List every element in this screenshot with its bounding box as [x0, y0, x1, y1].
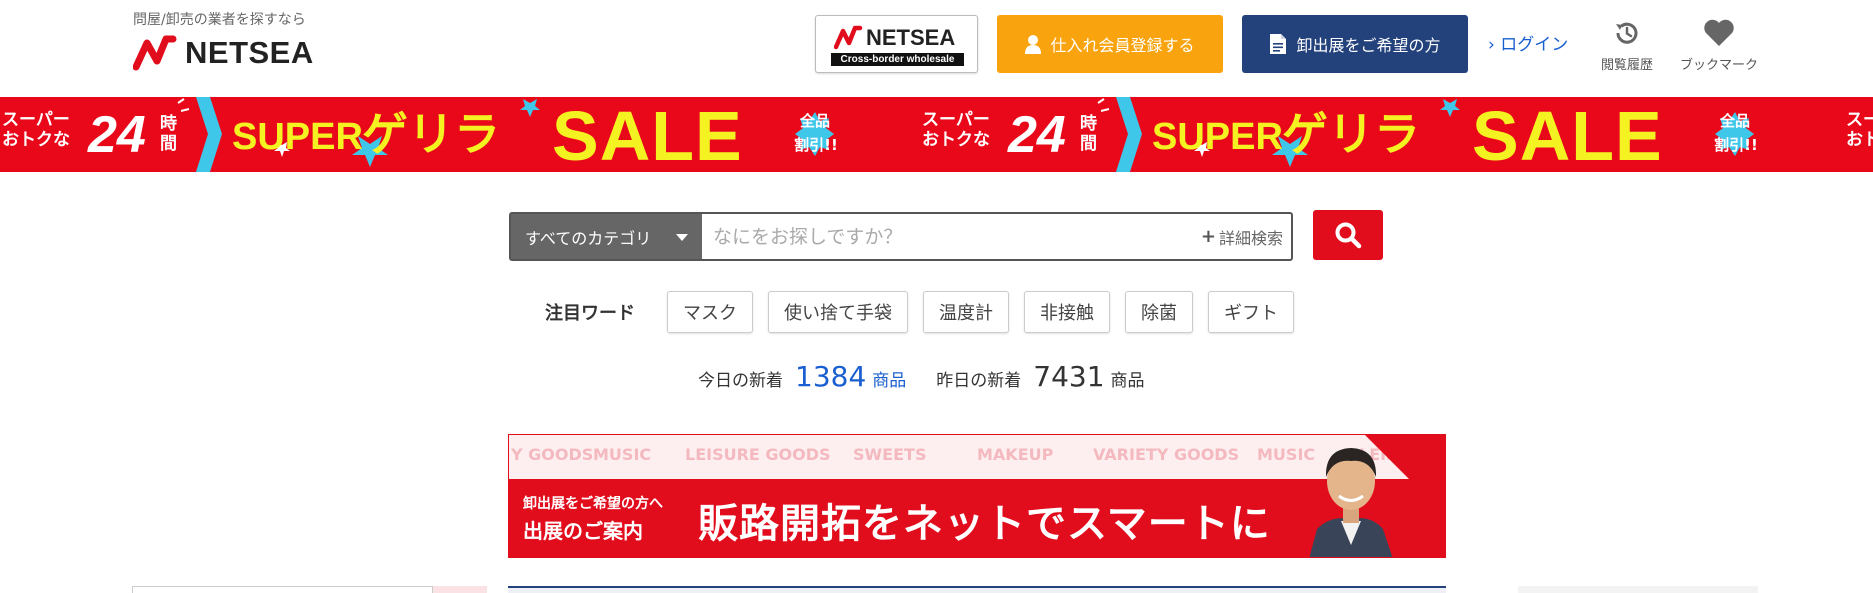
- bookmark-link[interactable]: ブックマーク: [1680, 16, 1758, 73]
- keyword-button[interactable]: 非接触: [1024, 291, 1110, 333]
- sale-lead-line1-partial: スーパー: [1846, 110, 1873, 130]
- keyword-button[interactable]: 温度計: [923, 291, 1009, 333]
- sale-super-repeat: SUPER: [1152, 116, 1283, 158]
- yesterday-new-count: 7431: [1033, 360, 1105, 393]
- exhibit-banner-line1: 卸出展をご希望の方へ: [523, 496, 663, 512]
- sale-hours-unit-repeat: 時間: [1080, 114, 1097, 154]
- exhibit-button[interactable]: 卸出展をご希望の方: [1242, 15, 1468, 73]
- sale-lead-line2-partial: おトクな: [1846, 130, 1873, 150]
- advanced-search-label: 詳細検索: [1218, 228, 1283, 248]
- today-new-count[interactable]: 1384: [795, 360, 866, 393]
- keyword-button[interactable]: ギフト: [1208, 291, 1294, 333]
- sale-super: SUPER: [232, 116, 363, 158]
- category-select-label: すべてのカテゴリ: [525, 228, 652, 248]
- exhibit-label: 卸出展をご希望の方: [1296, 36, 1441, 55]
- exhibit-banner-line2: 出展のご案内: [523, 519, 643, 543]
- sale-lead: スーパー おトクな: [2, 110, 70, 150]
- sale-badge-line1-repeat: 全品: [1720, 112, 1751, 130]
- crossborder-subtitle: Cross-border wholesale: [831, 53, 964, 66]
- sale-guerrilla-repeat: ゲリラ: [1282, 107, 1420, 161]
- sale-banner[interactable]: スーパー おトクな 24 時間 SUPER ゲリラ SALE 全品 割引!! ス…: [0, 97, 1873, 172]
- yesterday-new-unit: 商品: [1110, 371, 1145, 391]
- sale-lead-line1-repeat: スーパー: [922, 110, 990, 130]
- below-fold-banner: [508, 586, 1446, 593]
- history-icon: [1613, 16, 1641, 50]
- logo-text: NETSEA: [185, 35, 314, 70]
- search-bar: すべてのカテゴリ + 詳細検索: [509, 212, 1293, 261]
- below-fold-side: [1518, 586, 1758, 593]
- sale-badge-repeat: 全品 割引!!: [1714, 109, 1758, 157]
- netsea-logo[interactable]: NETSEA: [133, 33, 314, 73]
- yesterday-new-label: 昨日の新着: [936, 371, 1022, 391]
- site-header: 問屋/卸売の業者を探すなら NETSEA NETSEA Cross-border…: [0, 0, 1873, 97]
- search-button[interactable]: [1313, 210, 1383, 260]
- netsea-logo-mark-icon: [133, 35, 177, 71]
- sale-lead-line2-repeat: おトクな: [922, 130, 990, 150]
- sale-hours-num: 24: [88, 106, 146, 164]
- new-arrivals-counts: 今日の新着 1384 商品 昨日の新着 7431 商品: [698, 360, 1145, 393]
- bookmark-label: ブックマーク: [1680, 58, 1759, 73]
- sale-hours-num-repeat: 24: [1008, 106, 1066, 164]
- sale-badge-line1: 全品: [800, 112, 831, 130]
- search-input[interactable]: [702, 214, 1201, 259]
- crossborder-mark-icon: [834, 25, 863, 50]
- crossborder-name: NETSEA: [866, 25, 956, 50]
- below-fold-panel: [132, 586, 433, 593]
- sale-lead-repeat: スーパー おトクな: [922, 110, 990, 150]
- sale-sale: SALE: [552, 97, 743, 172]
- sale-hours-unit: 時間: [160, 114, 177, 154]
- today-new-unit[interactable]: 商品: [872, 366, 906, 391]
- register-button[interactable]: 仕入れ会員登録する: [997, 15, 1223, 73]
- trending-keywords: 注目ワード マスク 使い捨て手袋 温度計 非接触 除菌 ギフト: [545, 291, 1309, 333]
- sale-lead-line1: スーパー: [2, 110, 70, 130]
- today-new-label: 今日の新着: [698, 371, 783, 391]
- category-select[interactable]: すべてのカテゴリ: [511, 214, 702, 259]
- sale-sale-repeat: SALE: [1472, 97, 1663, 172]
- advanced-search-link[interactable]: + 詳細検索: [1201, 214, 1291, 259]
- history-link[interactable]: 閲覧履歴: [1601, 16, 1653, 73]
- sale-badge-line2-repeat: 割引!!: [1714, 136, 1758, 154]
- document-icon: [1269, 33, 1287, 55]
- keyword-button[interactable]: 除菌: [1125, 291, 1193, 333]
- login-link[interactable]: › ログイン: [1488, 30, 1568, 55]
- history-label: 閲覧履歴: [1601, 58, 1654, 73]
- person-icon: [1025, 34, 1042, 54]
- sale-badge-line2: 割引!!: [794, 136, 838, 154]
- below-fold-content: [0, 586, 1873, 593]
- site-tagline: 問屋/卸売の業者を探すなら: [133, 12, 306, 28]
- sale-guerrilla: ゲリラ: [362, 107, 500, 161]
- chevron-right-icon: ›: [1488, 35, 1495, 55]
- register-label: 仕入れ会員登録する: [1050, 36, 1195, 55]
- search-icon: [1335, 222, 1362, 249]
- sale-badge: 全品 割引!!: [794, 109, 838, 157]
- keyword-button[interactable]: 使い捨て手袋: [768, 291, 908, 333]
- exhibit-banner-headline: 販路開拓をネットでスマートに: [698, 501, 1271, 547]
- trending-keywords-title: 注目ワード: [545, 303, 635, 324]
- login-label: ログイン: [1500, 35, 1569, 55]
- below-fold-accent: [433, 586, 487, 593]
- heart-icon: [1703, 16, 1735, 50]
- plus-icon: +: [1200, 226, 1216, 247]
- chevron-down-icon: [676, 234, 688, 241]
- crossborder-link[interactable]: NETSEA Cross-border wholesale: [815, 15, 978, 73]
- keyword-button[interactable]: マスク: [667, 291, 753, 333]
- exhibit-banner[interactable]: Y GOODS MUSIC LEISURE GOODS SWEETS MAKEU…: [508, 434, 1446, 558]
- sale-lead-line2: おトクな: [2, 130, 70, 150]
- sale-lead-partial: スーパー おトクな: [1846, 110, 1873, 150]
